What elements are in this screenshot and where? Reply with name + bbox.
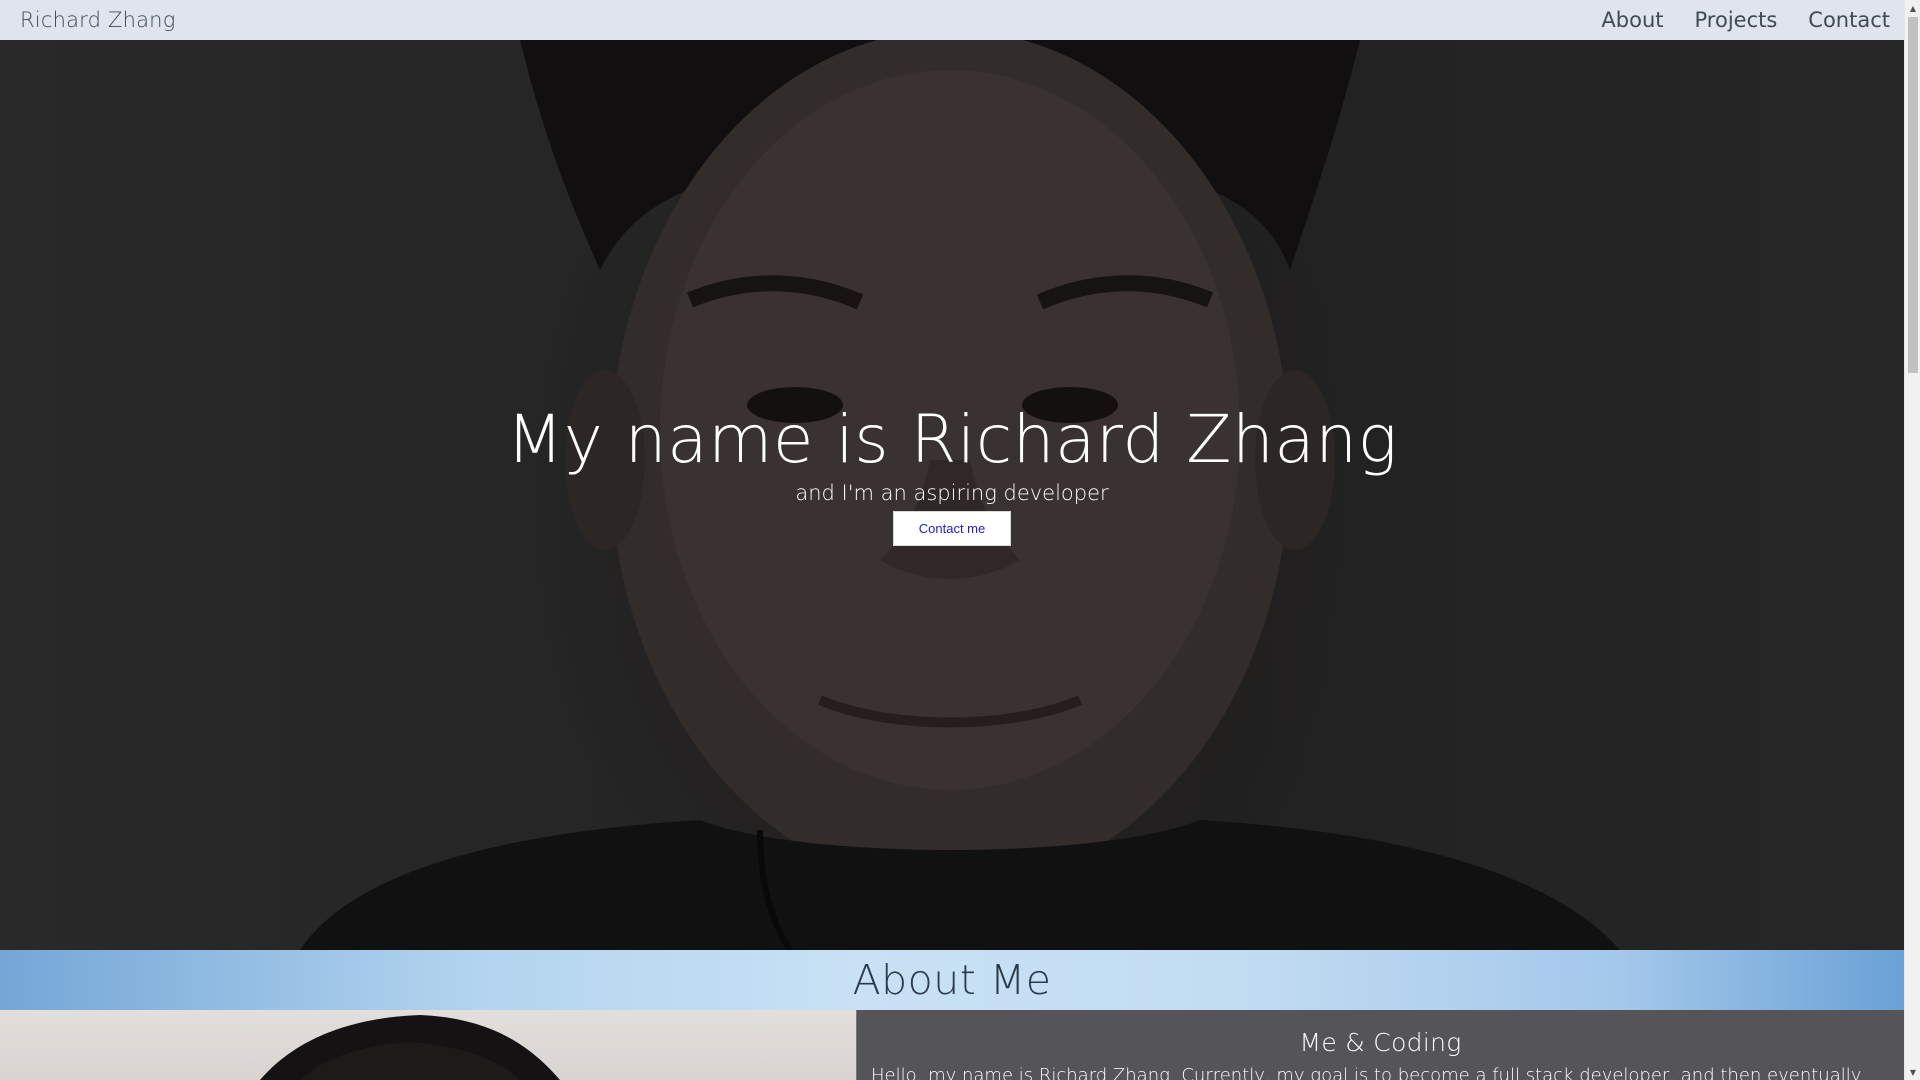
page: Richard Zhang About Projects Contact My …	[0, 0, 1920, 1080]
scroll-up-arrow-icon[interactable]: ▲	[1905, 0, 1920, 16]
nav-link-projects[interactable]: Projects	[1695, 8, 1778, 32]
scrollbar-thumb[interactable]	[1908, 17, 1918, 373]
hero-title: My name is Richard Zhang	[506, 401, 1398, 478]
about-paragraph: Hello, my name is Richard Zhang. Current…	[871, 1065, 1862, 1080]
hero-content: My name is Richard Zhang and I'm an aspi…	[0, 400, 1904, 546]
top-navbar: Richard Zhang About Projects Contact	[0, 0, 1904, 40]
nav-link-about[interactable]: About	[1601, 8, 1663, 32]
about-photo-image	[260, 1015, 560, 1080]
brand-link[interactable]: Richard Zhang	[20, 8, 176, 32]
about-header-banner: About Me	[0, 950, 1904, 1010]
about-text-panel: Me & Coding Hello, my name is Richard Zh…	[856, 1010, 1904, 1080]
nav-links: About Projects Contact	[1570, 8, 1890, 32]
vertical-scrollbar[interactable]: ▲ ▼	[1904, 0, 1920, 1080]
contact-me-button[interactable]: Contact me	[893, 511, 1011, 546]
nav-link-contact[interactable]: Contact	[1808, 8, 1890, 32]
about-title: About Me	[852, 956, 1052, 1004]
hero-subtitle: and I'm an aspiring developer	[795, 481, 1109, 505]
about-photo	[0, 1010, 856, 1080]
hero-section: My name is Richard Zhang and I'm an aspi…	[0, 40, 1904, 950]
me-and-coding-heading: Me & Coding	[1299, 1028, 1462, 1057]
scroll-down-arrow-icon[interactable]: ▼	[1905, 1064, 1920, 1080]
